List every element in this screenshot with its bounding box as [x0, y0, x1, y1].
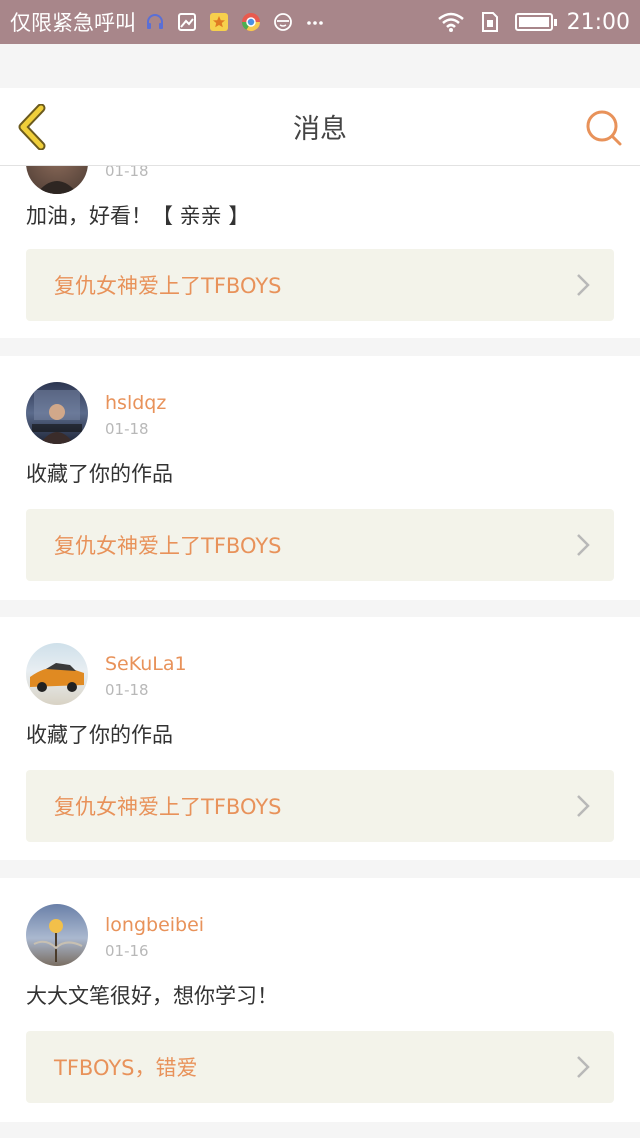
message-date: 01-18 [105, 681, 149, 699]
message-date: 01-18 [105, 166, 149, 180]
avatar[interactable] [26, 904, 88, 966]
message-card: longbeibei 01-16 大大文笔很好，想你学习！ TFBOYS，错爱 [0, 878, 640, 1122]
message-content: 大大文笔很好，想你学习！ [26, 984, 278, 1008]
work-link[interactable]: 复仇女神爱上了TFBOYS [26, 509, 614, 581]
message-content: 加油，好看！【 亲亲 】 [26, 204, 250, 228]
message-card: 01-18 加油，好看！【 亲亲 】 复仇女神爱上了TFBOYS [0, 166, 640, 338]
message-date: 01-16 [105, 942, 149, 960]
message-card: hsldqz 01-18 收藏了你的作品 复仇女神爱上了TFBOYS [0, 356, 640, 600]
username[interactable]: hsldqz [105, 392, 166, 414]
back-button[interactable] [14, 103, 54, 151]
avatar[interactable] [26, 643, 88, 705]
message-content: 收藏了你的作品 [26, 462, 173, 486]
work-link[interactable]: TFBOYS，错爱 [26, 1031, 614, 1103]
status-bar: 仅限紧急呼叫 21:00 [0, 0, 640, 44]
message-date: 01-18 [105, 420, 149, 438]
message-list[interactable]: 01-18 加油，好看！【 亲亲 】 复仇女神爱上了TFBOYS hsldqz … [0, 166, 640, 1138]
battery-icon [514, 13, 557, 31]
chevron-right-icon [577, 795, 590, 817]
username[interactable]: longbeibei [105, 914, 204, 936]
page-title: 消息 [293, 114, 347, 145]
chevron-right-icon [577, 274, 590, 296]
work-title: TFBOYS，错爱 [54, 1056, 198, 1080]
message-card: SeKuLa1 01-18 收藏了你的作品 复仇女神爱上了TFBOYS [0, 617, 640, 860]
gallery-icon [176, 11, 198, 33]
face-icon [272, 11, 294, 33]
work-title: 复仇女神爱上了TFBOYS [54, 795, 282, 819]
search-button[interactable] [584, 108, 624, 148]
search-icon [586, 110, 622, 146]
work-title: 复仇女神爱上了TFBOYS [54, 274, 282, 298]
username[interactable]: SeKuLa1 [105, 653, 187, 675]
wifi-icon [437, 11, 465, 33]
headset-icon [144, 11, 166, 33]
sim-icon [479, 11, 501, 33]
star-app-icon [208, 11, 230, 33]
header-bar: 消息 [0, 88, 640, 166]
more-icon [304, 11, 326, 33]
avatar[interactable] [26, 166, 88, 194]
chevron-left-icon [18, 103, 46, 151]
clock: 21:00 [566, 9, 630, 35]
avatar[interactable] [26, 382, 88, 444]
emergency-calls-text: 仅限紧急呼叫 [10, 11, 136, 35]
work-title: 复仇女神爱上了TFBOYS [54, 534, 282, 558]
chevron-right-icon [577, 534, 590, 556]
work-link[interactable]: 复仇女神爱上了TFBOYS [26, 249, 614, 321]
chevron-right-icon [577, 1056, 590, 1078]
chrome-icon [240, 11, 262, 33]
message-content: 收藏了你的作品 [26, 723, 173, 747]
work-link[interactable]: 复仇女神爱上了TFBOYS [26, 770, 614, 842]
